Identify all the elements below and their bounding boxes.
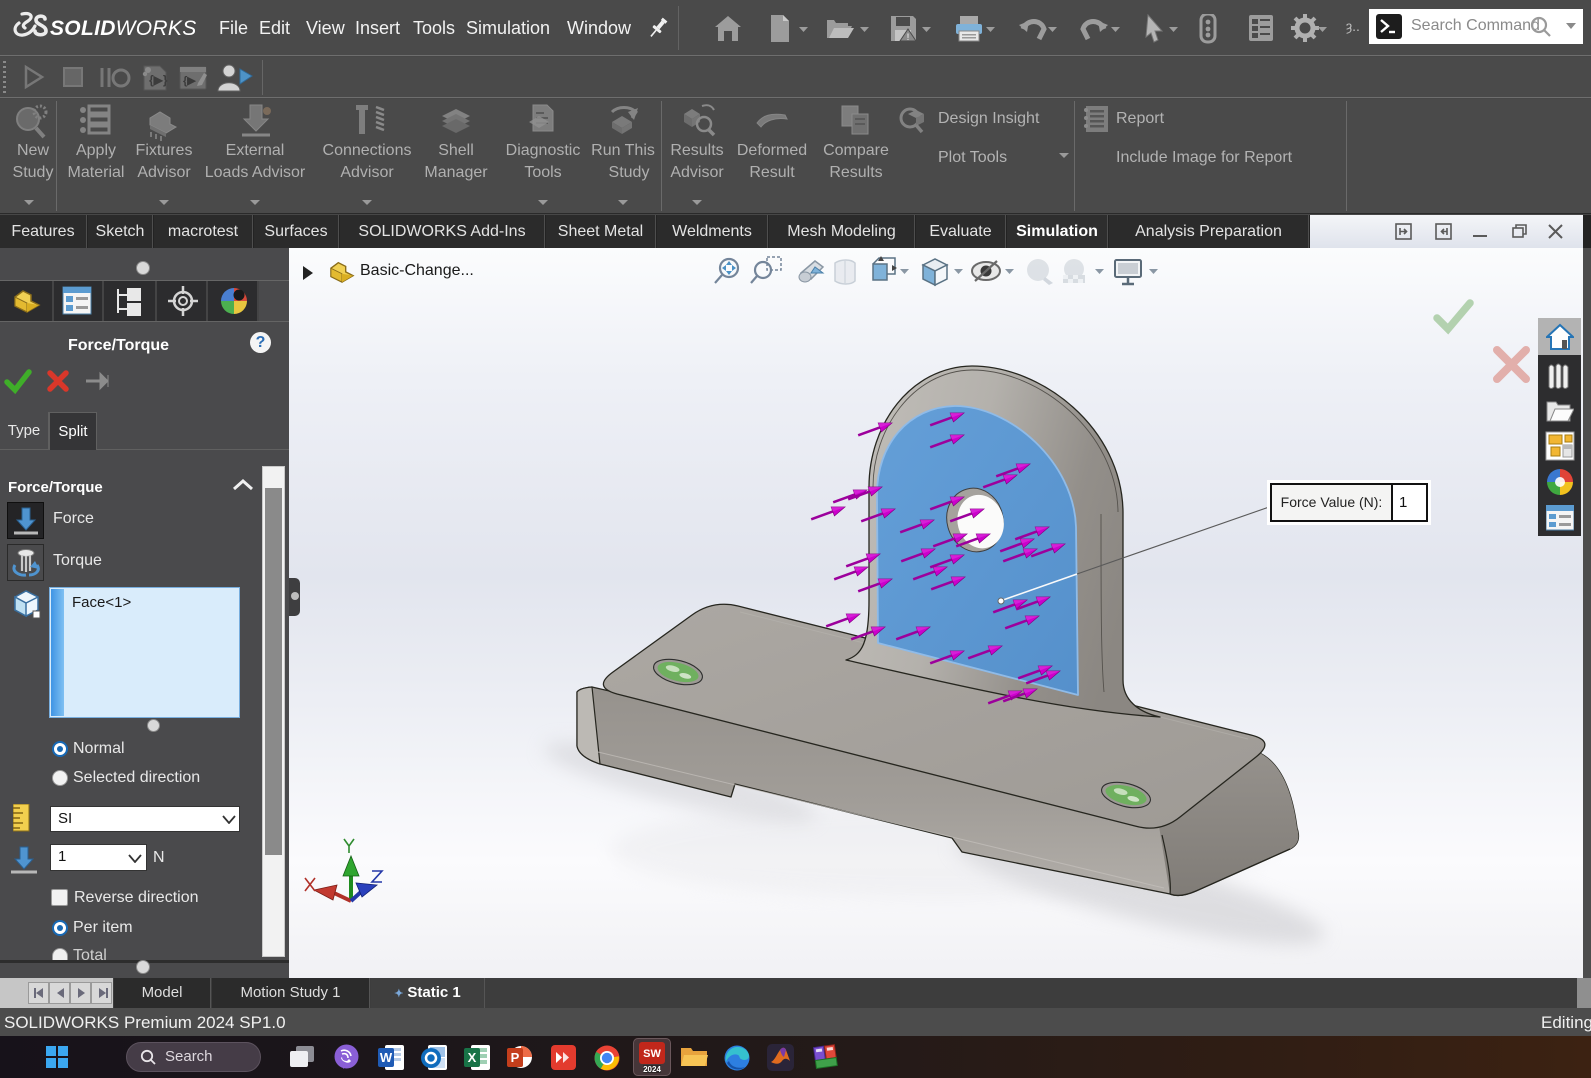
svg-text:!: ! [907, 32, 910, 42]
svg-text:P: P [511, 1050, 520, 1065]
svg-text:SW: SW [643, 1048, 661, 1060]
svg-text:{▶}: {▶} [149, 73, 168, 87]
svg-text:{▶: {▶ [183, 75, 196, 87]
svg-text:X: X [468, 1050, 477, 1065]
svg-text:W: W [380, 1050, 393, 1065]
svg-text:2024: 2024 [643, 1065, 661, 1073]
